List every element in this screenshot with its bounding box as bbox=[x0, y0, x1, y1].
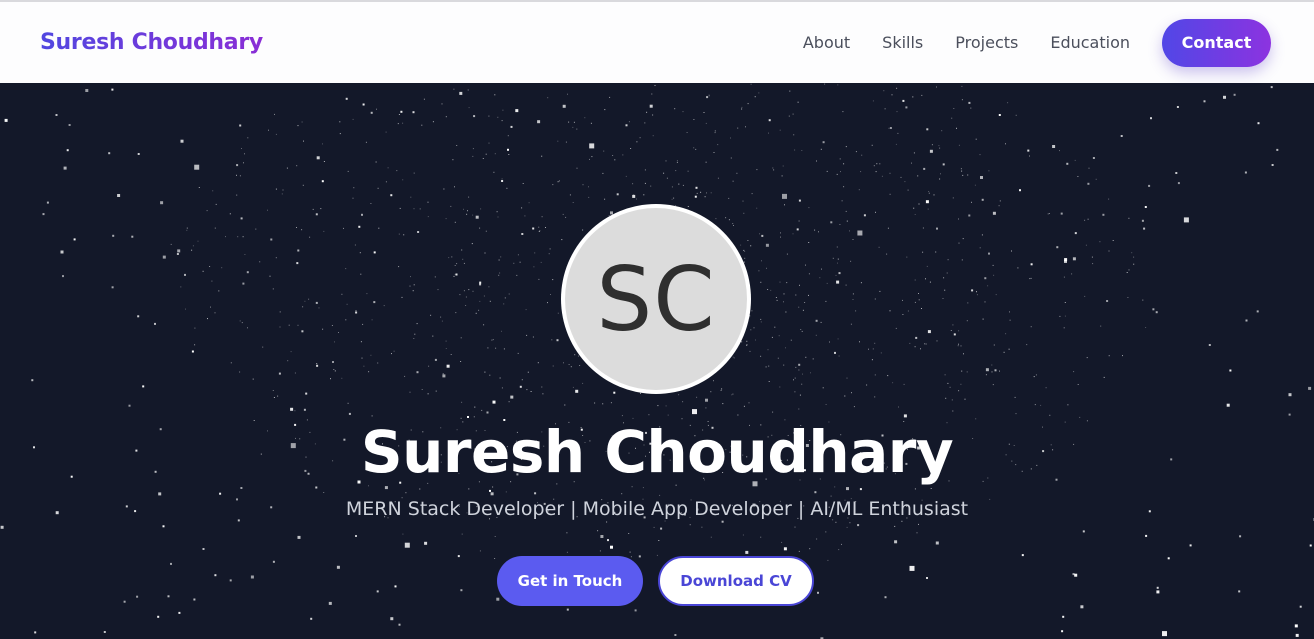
avatar: SC bbox=[561, 204, 751, 394]
hero-name: Suresh Choudhary bbox=[360, 418, 954, 486]
hero-tagline: MERN Stack Developer | Mobile App Develo… bbox=[345, 498, 969, 520]
nav-link-about[interactable]: About bbox=[803, 33, 850, 52]
avatar-initials: SC bbox=[565, 208, 747, 390]
brand-logo[interactable]: Suresh Choudhary bbox=[40, 30, 263, 55]
nav-link-education[interactable]: Education bbox=[1050, 33, 1130, 52]
download-cv-button[interactable]: Download CV bbox=[658, 556, 814, 606]
nav-link-projects[interactable]: Projects bbox=[955, 33, 1018, 52]
top-navbar: Suresh Choudhary About Skills Projects E… bbox=[0, 0, 1314, 83]
nav-links: About Skills Projects Education Contact bbox=[771, 18, 1271, 67]
contact-button[interactable]: Contact bbox=[1162, 18, 1271, 67]
get-in-touch-button[interactable]: Get in Touch bbox=[497, 556, 643, 606]
nav-link-skills[interactable]: Skills bbox=[882, 33, 923, 52]
